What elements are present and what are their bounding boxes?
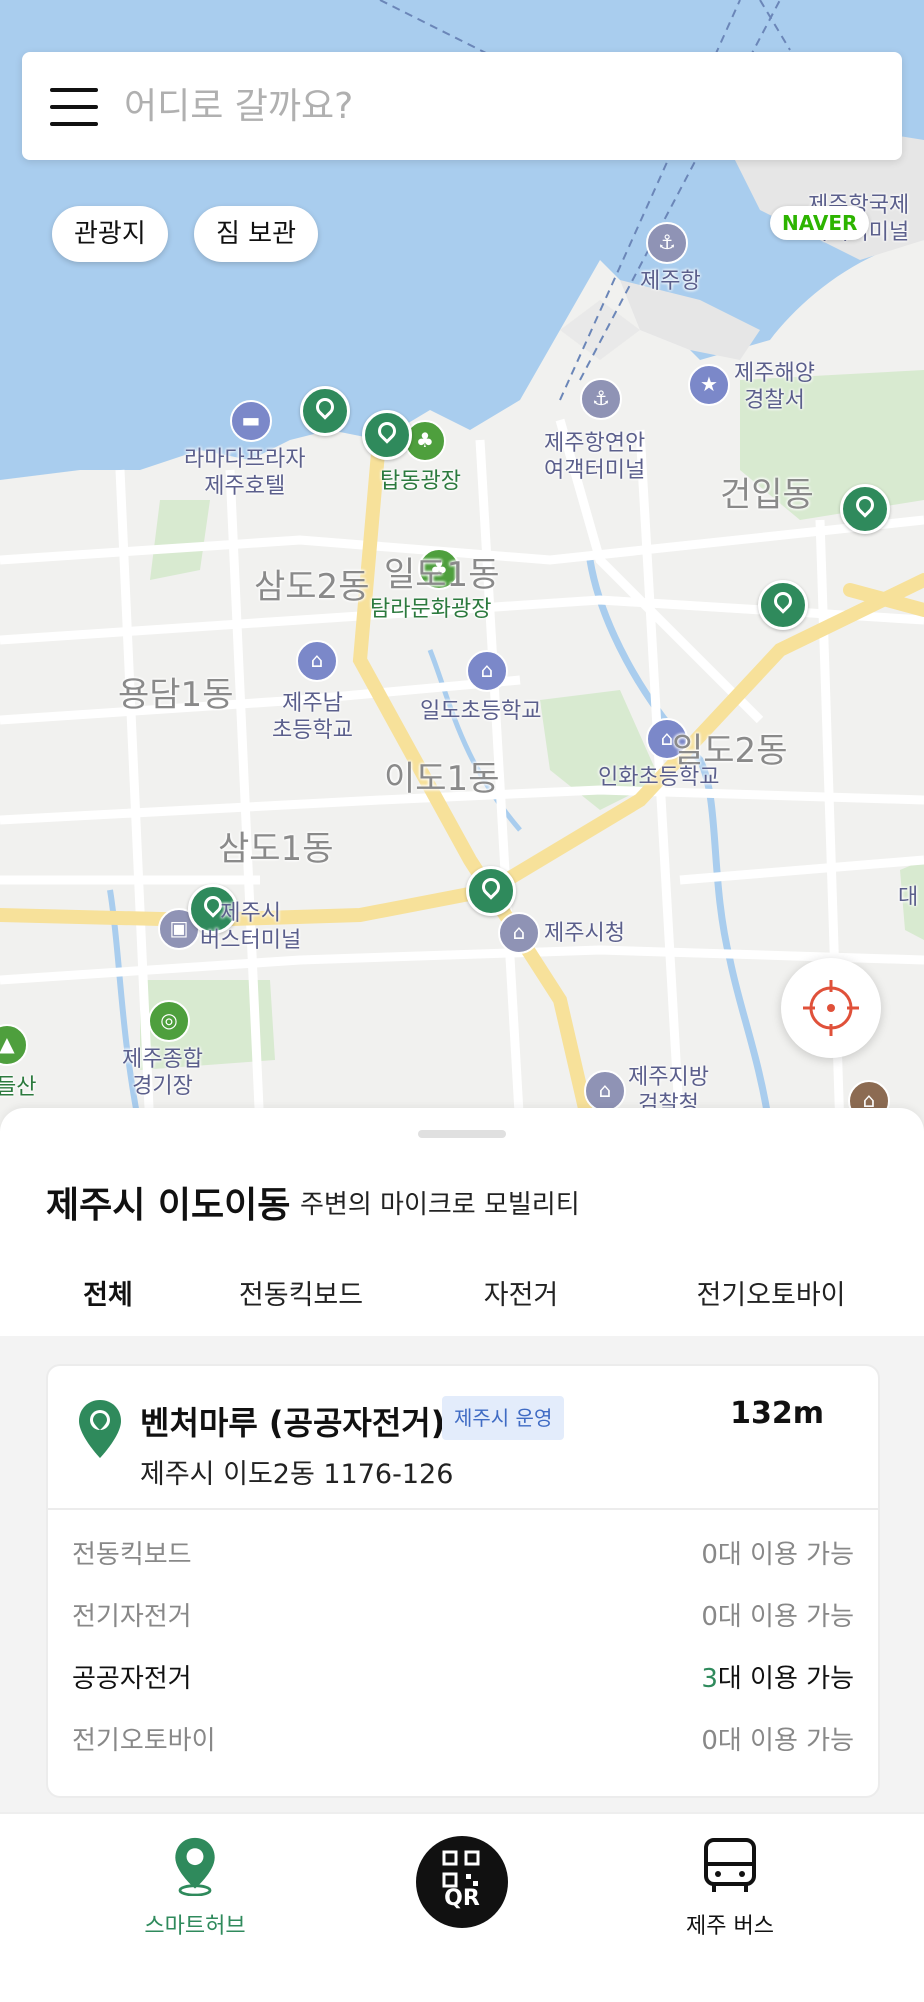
- qr-label: QR: [444, 1886, 480, 1911]
- stadium-icon[interactable]: ◎: [148, 1000, 190, 1042]
- map-label-jejunam-school: 제주남 초등학교: [272, 691, 353, 743]
- map-label-city-hall: 제주시청: [544, 921, 625, 946]
- search-bar[interactable]: [22, 52, 902, 160]
- hub-pin[interactable]: [466, 866, 516, 916]
- station-address: 제주시 이도2동 1176-126: [140, 1459, 454, 1490]
- hotel-icon[interactable]: ▬: [230, 400, 272, 442]
- hub-pin[interactable]: [300, 386, 350, 436]
- availability-row: 전기오토바이 0대 이용 가능: [72, 1716, 854, 1766]
- vehicle-type: 전동킥보드: [72, 1540, 192, 1570]
- vehicle-type: 전기자전거: [72, 1602, 192, 1632]
- map-label-ildo-school: 일도초등학교: [420, 699, 542, 724]
- availability-row: 전동킥보드 0대 이용 가능: [72, 1530, 854, 1580]
- chip-luggage-storage[interactable]: 짐 보관: [194, 206, 319, 262]
- availability-row: 공공자전거 3대 이용 가능: [72, 1654, 854, 1704]
- tab-bicycle[interactable]: 자전거: [466, 1258, 576, 1344]
- tab-all[interactable]: 전체: [68, 1258, 148, 1346]
- smarthub-pin-icon: [175, 1837, 215, 1897]
- nav-bus-label: 제주 버스: [686, 1914, 774, 1939]
- availability-value: 0대 이용 가능: [701, 1726, 854, 1756]
- map-label-tapdong: 탑동광장: [380, 469, 461, 494]
- map-label-ramada-hotel: 라마다프라자 제주호텔: [184, 447, 306, 499]
- police-icon[interactable]: ★: [688, 364, 730, 406]
- map-label-samdo2: 삼도2동: [254, 567, 370, 607]
- hub-pin[interactable]: [840, 484, 890, 534]
- map-label-right-edge: 대: [898, 885, 919, 910]
- map-label-inhwa-school: 인화초등학교: [598, 765, 720, 790]
- map-label-geonip: 건입동: [720, 475, 814, 515]
- availability-value: 0대 이용 가능: [701, 1540, 854, 1570]
- tab-kickboard[interactable]: 전동킥보드: [216, 1258, 386, 1344]
- current-location-button[interactable]: [781, 958, 881, 1058]
- station-card[interactable]: 벤처마루 (공공자전거) 제주시 운영 132m 제주시 이도2동 1176-1…: [46, 1364, 880, 1798]
- map-label-samdo1: 삼도1동: [218, 829, 334, 869]
- operator-badge: 제주시 운영: [442, 1396, 565, 1440]
- crosshair-icon: [803, 980, 859, 1036]
- map-label-coast-guard: 제주해양 경찰서: [734, 361, 815, 413]
- map-label-ildo1: 일도1동: [384, 555, 500, 595]
- drag-handle[interactable]: [418, 1130, 506, 1138]
- hub-pin[interactable]: [758, 580, 808, 630]
- school-icon[interactable]: ⌂: [466, 650, 508, 692]
- map-label-stadium: 제주종합 경기장: [122, 1047, 203, 1099]
- vehicle-type: 공공자전거: [72, 1664, 192, 1694]
- menu-icon[interactable]: [50, 88, 100, 126]
- city-hall-icon[interactable]: ⌂: [498, 912, 540, 954]
- map-label-yeonan-terminal: 제주항연안 여객터미널: [544, 431, 646, 483]
- map-label-jeju-port: 제주항: [640, 269, 701, 294]
- map-label-left-edge: 들산: [0, 1075, 37, 1100]
- search-input[interactable]: [122, 74, 866, 138]
- bus-icon: [704, 1838, 756, 1892]
- hub-pin[interactable]: [362, 410, 412, 460]
- vehicle-type: 전기오토바이: [72, 1726, 216, 1756]
- tab-e-motorcycle[interactable]: 전기오토바이: [676, 1258, 866, 1344]
- nav-jeju-bus[interactable]: 제주 버스: [680, 1836, 780, 1940]
- map-label-ido1: 이도1동: [384, 759, 500, 799]
- qr-code-icon: [442, 1850, 480, 1888]
- qr-scan-button[interactable]: QR: [416, 1836, 508, 1928]
- naver-logo: NAVER: [770, 206, 870, 240]
- station-name: 벤처마루 (공공자전거): [140, 1404, 446, 1442]
- ferry-icon[interactable]: ⚓: [580, 378, 622, 420]
- availability-row: 전기자전거 0대 이용 가능: [72, 1592, 854, 1642]
- map-label-yongdam1: 용담1동: [118, 675, 234, 715]
- map-label-tamra: 탐라문화광장: [370, 597, 492, 622]
- bottom-navigation: 스마트허브 QR 제주 버스: [0, 1812, 924, 2002]
- map-label-bus-terminal: 제주시 버스터미널: [200, 901, 302, 953]
- availability-value: 3대 이용 가능: [701, 1664, 854, 1694]
- location-pin-icon: [79, 1400, 121, 1458]
- nav-smarthub-label: 스마트허브: [144, 1914, 246, 1939]
- availability-value: 0대 이용 가능: [701, 1602, 854, 1632]
- location-subtitle: 주변의 마이크로 모빌리티: [300, 1190, 580, 1220]
- map-view[interactable]: ⚓ ⚓ ★ ▬ ♣ ♣ ⌂ ⌂ ⌂ ▣ ⌂ ◎ ⌂ ⌂ ▲ 제주항 제주항국제여…: [0, 0, 924, 1130]
- station-distance: 132m: [730, 1396, 824, 1431]
- nav-smarthub[interactable]: 스마트허브: [130, 1836, 260, 1940]
- port-icon[interactable]: ⚓: [646, 222, 688, 264]
- chip-tourist-spot[interactable]: 관광지: [52, 206, 168, 262]
- location-title: 제주시 이도이동: [46, 1185, 291, 1226]
- mobility-tabs: 전체 전동킥보드 자전거 전기오토바이: [46, 1258, 878, 1346]
- card-divider: [48, 1508, 878, 1510]
- school-icon[interactable]: ⌂: [296, 640, 338, 682]
- office-icon[interactable]: ⌂: [584, 1070, 626, 1112]
